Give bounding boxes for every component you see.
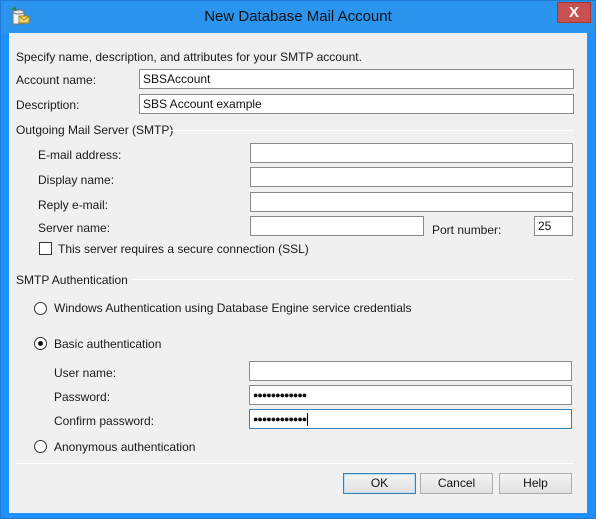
ssl-label: This server requires a secure connection… [58, 242, 309, 256]
intro-text: Specify name, description, and attribute… [16, 50, 362, 64]
anonymous-auth-radio[interactable] [34, 440, 47, 453]
windows-auth-label: Windows Authentication using Database En… [54, 301, 412, 315]
anonymous-auth-label: Anonymous authentication [54, 440, 196, 454]
email-address-label: E-mail address: [38, 148, 122, 162]
confirm-password-label: Confirm password: [54, 414, 155, 428]
dialog-body: Specify name, description, and attribute… [9, 33, 587, 513]
reply-email-input[interactable] [250, 192, 573, 212]
server-name-label: Server name: [38, 221, 111, 235]
dialog-window: New Database Mail Account X Specify name… [0, 0, 596, 519]
title-bar[interactable]: New Database Mail Account X [1, 1, 595, 33]
ssl-checkbox[interactable] [39, 242, 52, 255]
confirm-password-mask: ●●●●●●●●●●●● [253, 414, 307, 424]
text-caret [307, 413, 309, 427]
reply-email-label: Reply e-mail: [38, 198, 109, 212]
ok-button[interactable]: OK [343, 473, 416, 494]
description-label: Description: [16, 98, 80, 112]
account-name-input[interactable]: SBSAccount [139, 69, 574, 89]
username-input[interactable] [249, 361, 572, 381]
close-button[interactable]: X [557, 2, 591, 23]
smtp-server-group-label: Outgoing Mail Server (SMTP) [16, 123, 174, 137]
windows-auth-radio[interactable] [34, 302, 47, 315]
basic-auth-label: Basic authentication [54, 337, 162, 351]
basic-auth-radio[interactable] [34, 337, 47, 350]
cancel-button[interactable]: Cancel [420, 473, 493, 494]
password-mask: ●●●●●●●●●●●● [253, 390, 307, 400]
email-address-input[interactable] [250, 143, 573, 163]
help-button[interactable]: Help [499, 473, 572, 494]
password-input[interactable]: ●●●●●●●●●●●● [249, 385, 572, 405]
footer-divider [16, 463, 574, 464]
description-input[interactable]: SBS Account example [139, 94, 574, 114]
port-number-input[interactable]: 25 [534, 216, 573, 236]
server-name-input[interactable] [250, 216, 424, 236]
radio-selected-dot [38, 341, 43, 346]
confirm-password-input[interactable]: ●●●●●●●●●●●● [249, 409, 572, 429]
display-name-label: Display name: [38, 173, 115, 187]
username-label: User name: [54, 366, 117, 380]
display-name-input[interactable] [250, 167, 573, 187]
port-number-label: Port number: [432, 223, 502, 237]
account-name-label: Account name: [16, 73, 97, 87]
smtp-auth-divider [132, 279, 574, 280]
smtp-auth-group-label: SMTP Authentication [16, 273, 128, 287]
smtp-server-divider [168, 130, 574, 131]
password-label: Password: [54, 390, 111, 404]
window-title: New Database Mail Account [204, 8, 392, 25]
